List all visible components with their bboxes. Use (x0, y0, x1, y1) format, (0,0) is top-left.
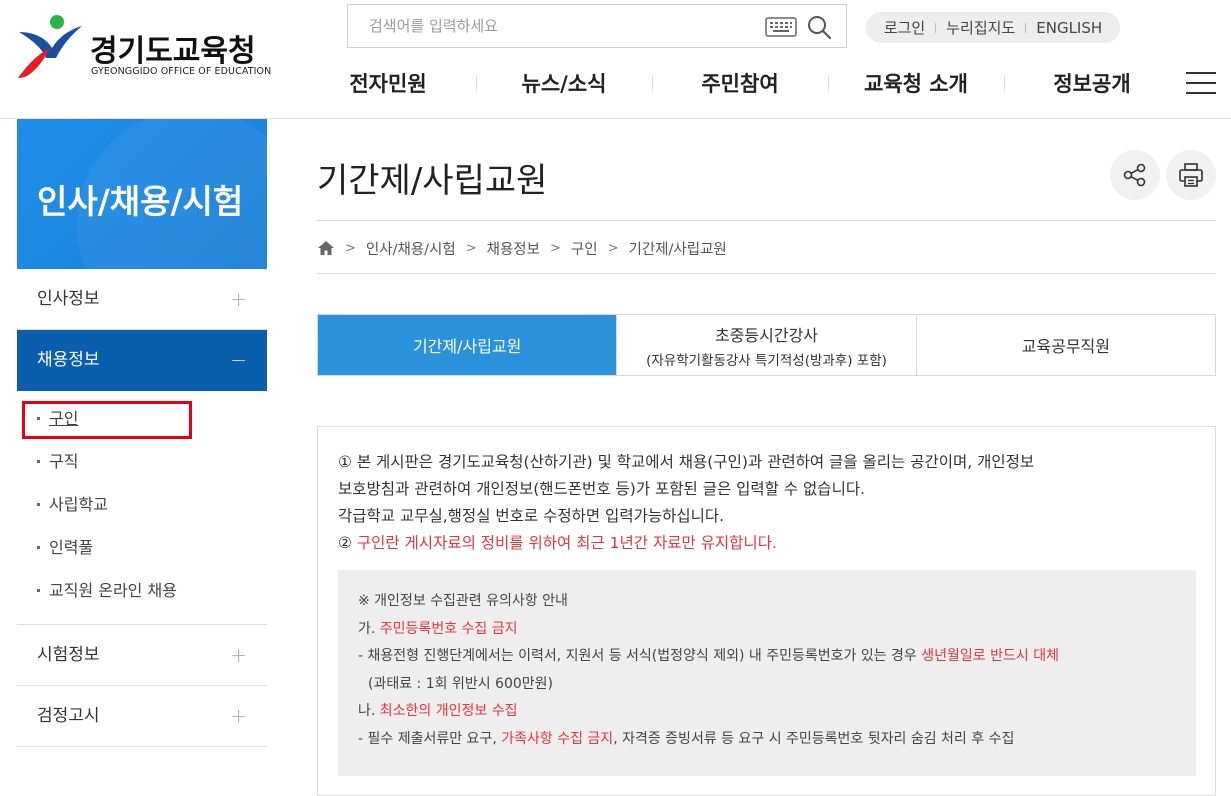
collapse-icon[interactable]: − (230, 330, 247, 390)
breadcrumb-item[interactable]: 인사/채용/시험 (366, 238, 456, 259)
share-button[interactable] (1110, 150, 1160, 200)
sidebar-item-label: 채용정보 (37, 350, 100, 370)
search-input[interactable] (348, 5, 758, 47)
privacy-item-b: 나. 최소한의 개인정보 수집 (358, 703, 518, 719)
gnb-item-news[interactable]: 뉴스/소식 (476, 64, 652, 104)
sidebar-item-label: 시험정보 (37, 645, 100, 665)
sidebar-item-qualification-exam[interactable]: 검정고시 + (17, 686, 267, 747)
tab-label: 기간제/사립교원 (412, 337, 522, 356)
search-box (347, 4, 847, 48)
privacy-item-a-desc: - 채용전형 진행단계에서는 이력서, 지원서 등 서식(법정양식 제외) 내 … (358, 648, 1059, 664)
notice-line: 각급학교 교무실,행정실 번호로 수정하면 입력가능하십니다. (338, 507, 725, 525)
sitemap-link[interactable]: 누리집지도 (946, 17, 1015, 38)
sidebar-subitem-talent-pool[interactable]: 인력풀 (17, 526, 267, 569)
tab-bar: 기간제/사립교원 초중등시간강사 (자유학기활동강사 특기적성(방과후) 포함)… (317, 314, 1216, 376)
sidebar-subitem-job-seeking[interactable]: 구직 (17, 440, 267, 483)
breadcrumb: > 인사/채용/시험 > 채용정보 > 구인 > 기간제/사립교원 (317, 236, 727, 260)
login-link[interactable]: 로그인 (884, 17, 925, 38)
expand-icon[interactable]: + (230, 625, 247, 685)
logo-emblem-icon (18, 15, 82, 78)
tab-part-time-lecturer[interactable]: 초중등시간강사 (자유학기활동강사 특기적성(방과후) 포함) (616, 315, 915, 375)
english-link[interactable]: ENGLISH (1036, 19, 1102, 37)
privacy-heading: ※ 개인정보 수집관련 유의사항 안내 (358, 593, 568, 609)
sidebar-title: 인사/채용/시험 (37, 182, 244, 221)
tab-sublabel: (자유학기활동강사 특기적성(방과후) 포함) (646, 352, 887, 369)
tab-fixed-term-teacher[interactable]: 기간제/사립교원 (318, 315, 617, 375)
page-title: 기간제/사립교원 (317, 161, 548, 201)
notice-text: ① 본 게시판은 경기도교육청(산하기관) 및 학교에서 채용(구인)과 관련하… (338, 449, 1198, 557)
breadcrumb-item[interactable]: 구인 (571, 238, 598, 259)
hamburger-icon[interactable] (1186, 72, 1216, 96)
sidebar-item-recruitment[interactable]: 채용정보 − (17, 330, 267, 391)
gnb-item-disclosure[interactable]: 정보공개 (1004, 64, 1180, 104)
home-icon[interactable] (317, 240, 335, 256)
expand-icon[interactable]: + (230, 686, 247, 746)
notice-line: ① 본 게시판은 경기도교육청(산하기관) 및 학교에서 채용(구인)과 관련하… (338, 453, 1035, 471)
sidebar-subitem-online-recruit[interactable]: 교직원 온라인 채용 (17, 569, 267, 612)
notice-line: 보호방침과 관련하여 개인정보(핸드폰번호 등)가 포함된 글은 입력할 수 없… (338, 480, 866, 498)
print-icon (1179, 163, 1203, 187)
divider (317, 220, 1216, 221)
sidebar-item-personnel[interactable]: 인사정보 + (17, 269, 267, 330)
keyboard-icon[interactable] (765, 17, 797, 37)
sidebar-banner: 인사/채용/시험 (17, 119, 267, 269)
logo[interactable]: 경기도교육청 GYEONGGIDO OFFICE OF EDUCATION (16, 14, 278, 80)
tab-education-staff[interactable]: 교육공무직원 (915, 315, 1215, 375)
sidebar-item-exam[interactable]: 시험정보 + (17, 625, 267, 686)
logo-title: 경기도교육청 (90, 34, 256, 69)
share-icon (1123, 163, 1146, 187)
sidebar-subitem-private-school[interactable]: 사립학교 (17, 483, 267, 526)
breadcrumb-item[interactable]: 채용정보 (487, 238, 540, 259)
gnb-item-civil[interactable]: 전자민원 (300, 64, 476, 104)
sidebar-item-label: 검정고시 (37, 706, 100, 726)
expand-icon[interactable]: + (230, 269, 247, 329)
print-button[interactable] (1166, 150, 1216, 200)
gnb-item-participation[interactable]: 주민참여 (652, 64, 828, 104)
utility-links: 로그인 누리집지도 ENGLISH (866, 12, 1120, 43)
chevron-right-icon: > (345, 240, 356, 256)
site-header: 경기도교육청 GYEONGGIDO OFFICE OF EDUCATION 로그… (0, 0, 1231, 119)
sidebar-item-label: 인사정보 (37, 289, 100, 309)
logo-subtitle: GYEONGGIDO OFFICE OF EDUCATION (91, 66, 272, 77)
tab-label: 교육공무직원 (1021, 337, 1110, 356)
chevron-right-icon: > (465, 240, 477, 256)
search-icon[interactable] (806, 14, 832, 40)
privacy-item-a-fine: (과태료 : 1회 위반시 600만원) (368, 675, 553, 692)
privacy-item-b-desc: - 필수 제출서류만 요구, 가족사항 수집 금지, 자격증 증빙서류 등 요구… (358, 730, 1015, 747)
gnb-item-about[interactable]: 교육청 소개 (828, 64, 1004, 104)
divider (935, 22, 937, 33)
global-nav: 전자민원 뉴스/소식 주민참여 교육청 소개 정보공개 (300, 64, 1180, 104)
highlight-annotation (22, 401, 192, 439)
chevron-right-icon: > (550, 240, 561, 256)
divider (1025, 22, 1027, 33)
privacy-guide-box: ※ 개인정보 수집관련 유의사항 안내 가. 주민등록번호 수집 금지 - 채용… (338, 570, 1196, 776)
tab-label: 초중등시간강사 (714, 325, 819, 345)
privacy-item-a: 가. 주민등록번호 수집 금지 (358, 620, 518, 637)
divider (317, 273, 1216, 274)
sidebar-nav: 인사정보 + 채용정보 − 구인 구직 사립학교 인력풀 교직원 온라인 채용 … (17, 269, 267, 747)
notice-line-warning: ② 구인란 게시자료의 정비를 위하여 최근 1년간 자료만 유지합니다. (338, 534, 777, 552)
notice-panel: ① 본 게시판은 경기도교육청(산하기관) 및 학교에서 채용(구인)과 관련하… (317, 426, 1216, 796)
breadcrumb-item-current: 기간제/사립교원 (628, 241, 727, 258)
chevron-right-icon: > (607, 240, 619, 256)
